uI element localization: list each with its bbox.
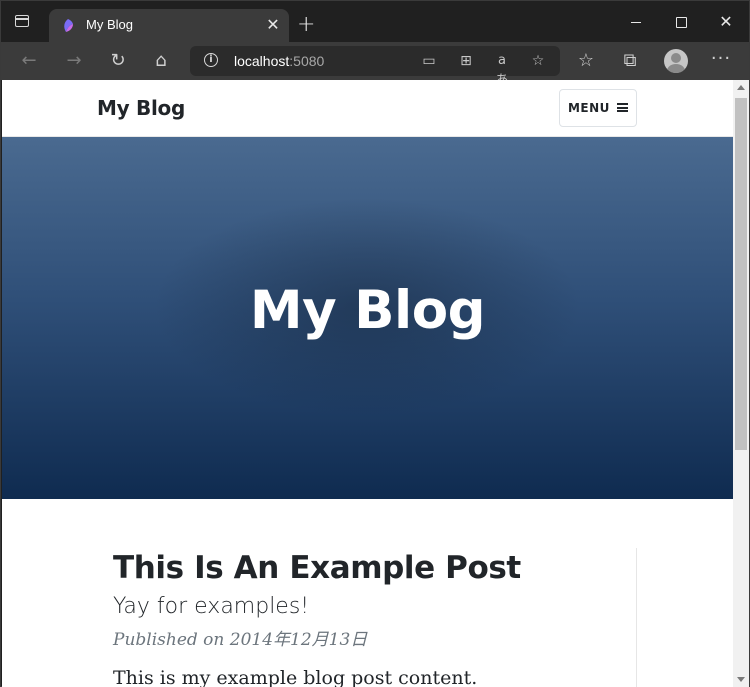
browser-window: My Blog ✕ + ✕ ← → ↻ ⌂ i localhost:5080 ▭… bbox=[0, 0, 750, 687]
scroll-up-arrow-icon[interactable] bbox=[737, 85, 745, 90]
page-viewport: My Blog MENU My Blog This Is An Example … bbox=[2, 80, 733, 687]
url-text[interactable]: localhost:5080 bbox=[234, 53, 324, 69]
device-icon[interactable]: ▭ bbox=[419, 51, 439, 71]
post-divider bbox=[636, 548, 637, 687]
maximize-button[interactable] bbox=[670, 11, 692, 33]
post-subtitle[interactable]: Yay for examples! bbox=[113, 594, 309, 619]
forward-icon[interactable]: → bbox=[63, 50, 85, 72]
refresh-icon[interactable]: ↻ bbox=[107, 50, 129, 72]
scroll-thumb[interactable] bbox=[735, 98, 747, 450]
hamburger-icon bbox=[617, 103, 629, 112]
site-navbar: My Blog MENU bbox=[2, 80, 733, 137]
tab-close-icon[interactable]: ✕ bbox=[265, 17, 281, 33]
minimize-button[interactable] bbox=[625, 11, 647, 33]
back-icon[interactable]: ← bbox=[18, 50, 40, 72]
site-info-icon[interactable]: i bbox=[204, 53, 218, 67]
post-title[interactable]: This Is An Example Post bbox=[113, 550, 521, 586]
apps-icon[interactable]: ⊞ bbox=[456, 51, 476, 71]
post-meta: Published on 2014年12月13日 bbox=[113, 630, 368, 650]
read-aloud-icon[interactable]: aあ bbox=[492, 51, 512, 88]
address-bar[interactable]: i localhost:5080 ▭ ⊞ aあ ☆ bbox=[190, 46, 560, 88]
close-window-button[interactable]: ✕ bbox=[715, 11, 737, 33]
tab-actions-icon[interactable] bbox=[15, 15, 29, 27]
post-excerpt: This is my example blog post content. bbox=[113, 667, 478, 687]
new-tab-button[interactable]: + bbox=[297, 14, 315, 36]
menu-label: MENU bbox=[567, 101, 610, 115]
vertical-scrollbar[interactable] bbox=[733, 80, 749, 687]
tab-my-blog[interactable]: My Blog ✕ bbox=[49, 9, 289, 42]
favorites-icon[interactable]: ☆ bbox=[575, 50, 597, 72]
home-icon[interactable]: ⌂ bbox=[150, 50, 172, 72]
navbar-brand[interactable]: My Blog bbox=[97, 96, 185, 120]
title-bar: My Blog ✕ + ✕ bbox=[1, 1, 749, 42]
blog-favicon-icon bbox=[64, 19, 73, 32]
scroll-down-arrow-icon[interactable] bbox=[737, 677, 745, 682]
browser-toolbar: ← → ↻ ⌂ i localhost:5080 ▭ ⊞ aあ ☆ ☆ ⧉ ··… bbox=[1, 42, 749, 88]
menu-button[interactable]: MENU bbox=[559, 89, 637, 127]
url-host: localhost bbox=[234, 53, 290, 69]
tab-title: My Blog bbox=[86, 17, 133, 32]
add-favorite-icon[interactable]: ☆ bbox=[528, 51, 548, 71]
profile-avatar-icon[interactable] bbox=[664, 49, 688, 73]
more-icon[interactable]: ··· bbox=[710, 50, 732, 72]
post-preview: This Is An Example Post Yay for examples… bbox=[2, 499, 733, 687]
url-port: :5080 bbox=[289, 53, 325, 69]
masthead-title: My Blog bbox=[249, 280, 486, 341]
masthead: My Blog bbox=[2, 137, 733, 499]
collections-icon[interactable]: ⧉ bbox=[619, 50, 641, 72]
